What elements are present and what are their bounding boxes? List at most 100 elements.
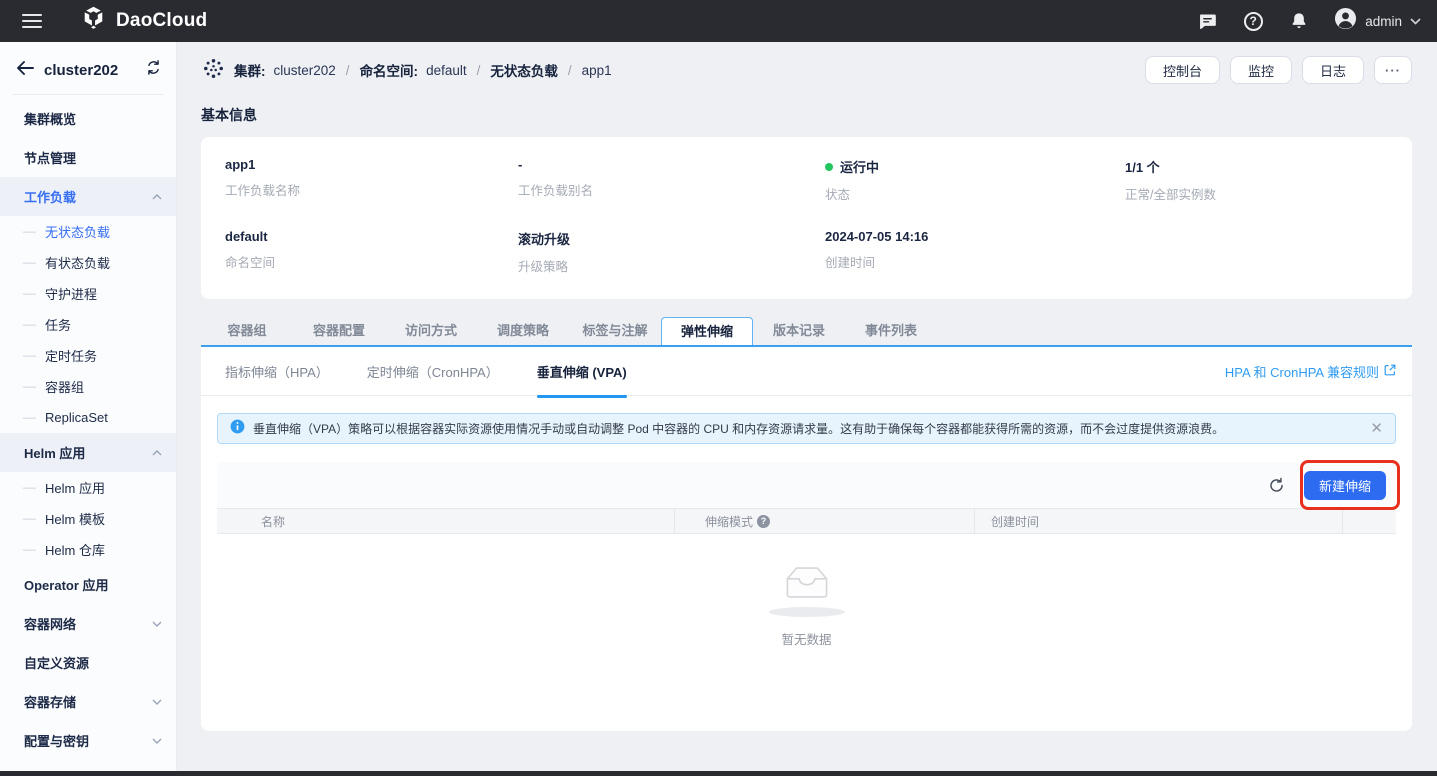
- sidebar-item-daemonsets[interactable]: 守护进程: [0, 278, 176, 309]
- field-status: 运行中 状态: [825, 157, 1125, 203]
- breadcrumb-workload-type[interactable]: 无状态负载: [490, 60, 558, 80]
- chevron-up-icon: [152, 194, 162, 200]
- subtab-vpa[interactable]: 垂直伸缩 (VPA): [537, 347, 627, 396]
- sidebar-group-config-secrets[interactable]: 配置与密钥: [0, 721, 176, 760]
- empty-box-shadow: [769, 607, 845, 617]
- chevron-down-icon: [152, 699, 162, 705]
- info-icon: [230, 419, 245, 439]
- sidebar-group-workloads[interactable]: 工作负载: [0, 177, 176, 216]
- sidebar-item-cronjobs[interactable]: 定时任务: [0, 340, 176, 371]
- close-icon[interactable]: ✕: [1370, 421, 1383, 436]
- column-header-name[interactable]: 名称: [217, 509, 675, 533]
- cluster-dots-icon: [201, 56, 226, 84]
- create-scaling-button[interactable]: 新建伸缩: [1304, 471, 1386, 500]
- sidebar-item-pods[interactable]: 容器组: [0, 371, 176, 402]
- basic-info-card: app1 工作负载名称 - 工作负载别名 运行中 状态 1/1 个 正常/全部实…: [201, 137, 1412, 299]
- breadcrumb-separator: /: [477, 63, 481, 78]
- breadcrumb-namespace-value[interactable]: default: [426, 63, 467, 78]
- menu-icon[interactable]: [22, 14, 42, 28]
- breadcrumb-cluster-label: 集群:: [234, 60, 266, 80]
- status-value: 运行中: [840, 157, 879, 176]
- vpa-table: 新建伸缩 名称 伸缩模式 ? 创建时间: [217, 462, 1396, 648]
- field-workload-alias: - 工作负载别名: [518, 157, 825, 203]
- chevron-down-icon: [152, 621, 162, 627]
- chevron-down-icon: [152, 738, 162, 744]
- topbar: DaoCloud ? admin: [0, 0, 1437, 42]
- banner-text: 垂直伸缩（VPA）策略可以根据容器实际资源使用情况手动或自动调整 Pod 中容器…: [253, 420, 1362, 437]
- chevron-down-icon: [1410, 12, 1421, 30]
- help-tooltip-icon[interactable]: ?: [757, 515, 770, 528]
- empty-text: 暂无数据: [781, 629, 831, 648]
- sidebar-item-helm-apps[interactable]: Helm 应用: [0, 472, 176, 503]
- column-header-created-time[interactable]: 创建时间: [975, 509, 1343, 533]
- user-menu[interactable]: admin: [1334, 7, 1421, 35]
- more-actions-button[interactable]: ···: [1374, 56, 1412, 84]
- breadcrumb-separator: /: [568, 63, 572, 78]
- hpa-cronhpa-compat-link[interactable]: HPA 和 CronHPA 兼容规则: [1225, 362, 1396, 381]
- switch-cluster-icon[interactable]: [145, 60, 162, 80]
- refresh-icon[interactable]: [1266, 474, 1288, 496]
- tab-scheduling-policy[interactable]: 调度策略: [477, 317, 569, 345]
- help-icon[interactable]: ?: [1242, 10, 1264, 32]
- breadcrumb-namespace-label: 命名空间:: [360, 60, 419, 80]
- brand-logo[interactable]: DaoCloud: [80, 5, 207, 37]
- tab-labels-annotations[interactable]: 标签与注解: [569, 317, 661, 345]
- breadcrumb: 集群: cluster202 / 命名空间: default / 无状态负载 /…: [201, 56, 612, 84]
- logs-button[interactable]: 日志: [1302, 56, 1364, 84]
- sidebar-item-cluster-overview[interactable]: 集群概览: [0, 99, 176, 138]
- sidebar-item-replicaset[interactable]: ReplicaSet: [0, 402, 176, 433]
- subtab-cronhpa[interactable]: 定时伸缩（CronHPA）: [367, 347, 499, 396]
- field-workload-name: app1 工作负载名称: [225, 157, 518, 203]
- field-instances: 1/1 个 正常/全部实例数: [1125, 157, 1388, 203]
- empty-box-icon: [774, 560, 840, 613]
- column-header-actions: [1343, 509, 1396, 533]
- brand-name: DaoCloud: [116, 10, 207, 32]
- table-header-row: 名称 伸缩模式 ? 创建时间: [217, 508, 1396, 534]
- tab-revision-history[interactable]: 版本记录: [753, 317, 845, 345]
- vpa-info-banner: 垂直伸缩（VPA）策略可以根据容器实际资源使用情况手动或自动调整 Pod 中容器…: [217, 413, 1396, 444]
- field-created-time: 2024-07-05 14:16 创建时间: [825, 229, 1125, 275]
- breadcrumb-cluster-value[interactable]: cluster202: [274, 63, 336, 78]
- tab-container-config[interactable]: 容器配置: [293, 317, 385, 345]
- monitoring-button[interactable]: 监控: [1230, 56, 1292, 84]
- notification-bell-icon[interactable]: [1288, 10, 1310, 32]
- sidebar-item-operator-apps[interactable]: Operator 应用: [0, 565, 176, 604]
- bottom-bar: [0, 771, 1437, 776]
- sidebar: cluster202 集群概览 节点管理 工作负载 无状态负载 有状态负载 守护…: [0, 42, 177, 776]
- sidebar-cluster-name: cluster202: [44, 62, 135, 79]
- status-dot-icon: [825, 163, 833, 171]
- message-icon[interactable]: [1196, 10, 1218, 32]
- chevron-up-icon: [152, 450, 162, 456]
- subtab-hpa[interactable]: 指标伸缩（HPA）: [225, 347, 329, 396]
- tab-access-method[interactable]: 访问方式: [385, 317, 477, 345]
- column-header-scaling-mode[interactable]: 伸缩模式 ?: [675, 509, 975, 533]
- sidebar-item-jobs[interactable]: 任务: [0, 309, 176, 340]
- autoscaling-panel: 指标伸缩（HPA） 定时伸缩（CronHPA） 垂直伸缩 (VPA) HPA 和…: [201, 347, 1412, 731]
- sidebar-item-deployments[interactable]: 无状态负载: [0, 216, 176, 247]
- sidebar-item-helm-repos[interactable]: Helm 仓库: [0, 534, 176, 565]
- detail-tabbar: 容器组 容器配置 访问方式 调度策略 标签与注解 弹性伸缩 版本记录 事件列表: [201, 317, 1412, 347]
- sidebar-item-node-management[interactable]: 节点管理: [0, 138, 176, 177]
- sidebar-item-statefulsets[interactable]: 有状态负载: [0, 247, 176, 278]
- avatar: [1334, 7, 1357, 35]
- vpa-toolbar: 新建伸缩: [217, 462, 1396, 508]
- main-content: 集群: cluster202 / 命名空间: default / 无状态负载 /…: [177, 42, 1437, 776]
- user-name: admin: [1365, 14, 1402, 29]
- external-link-icon: [1384, 364, 1396, 379]
- sidebar-group-container-storage[interactable]: 容器存储: [0, 682, 176, 721]
- breadcrumb-workload-name: app1: [582, 63, 612, 78]
- back-icon[interactable]: [16, 61, 34, 80]
- tab-autoscaling[interactable]: 弹性伸缩: [661, 317, 753, 345]
- sidebar-group-helm-apps[interactable]: Helm 应用: [0, 433, 176, 472]
- console-button[interactable]: 控制台: [1145, 56, 1220, 84]
- sidebar-item-helm-templates[interactable]: Helm 模板: [0, 503, 176, 534]
- tab-event-list[interactable]: 事件列表: [845, 317, 937, 345]
- sidebar-nav: 集群概览 节点管理 工作负载 无状态负载 有状态负载 守护进程 任务 定时任务 …: [0, 95, 176, 760]
- field-namespace: default 命名空间: [225, 229, 518, 275]
- sidebar-item-custom-resources[interactable]: 自定义资源: [0, 643, 176, 682]
- tab-pods[interactable]: 容器组: [201, 317, 293, 345]
- breadcrumb-separator: /: [346, 63, 350, 78]
- basic-info-title: 基本信息: [201, 105, 1412, 125]
- sidebar-group-container-network[interactable]: 容器网络: [0, 604, 176, 643]
- field-upgrade-strategy: 滚动升级 升级策略: [518, 229, 825, 275]
